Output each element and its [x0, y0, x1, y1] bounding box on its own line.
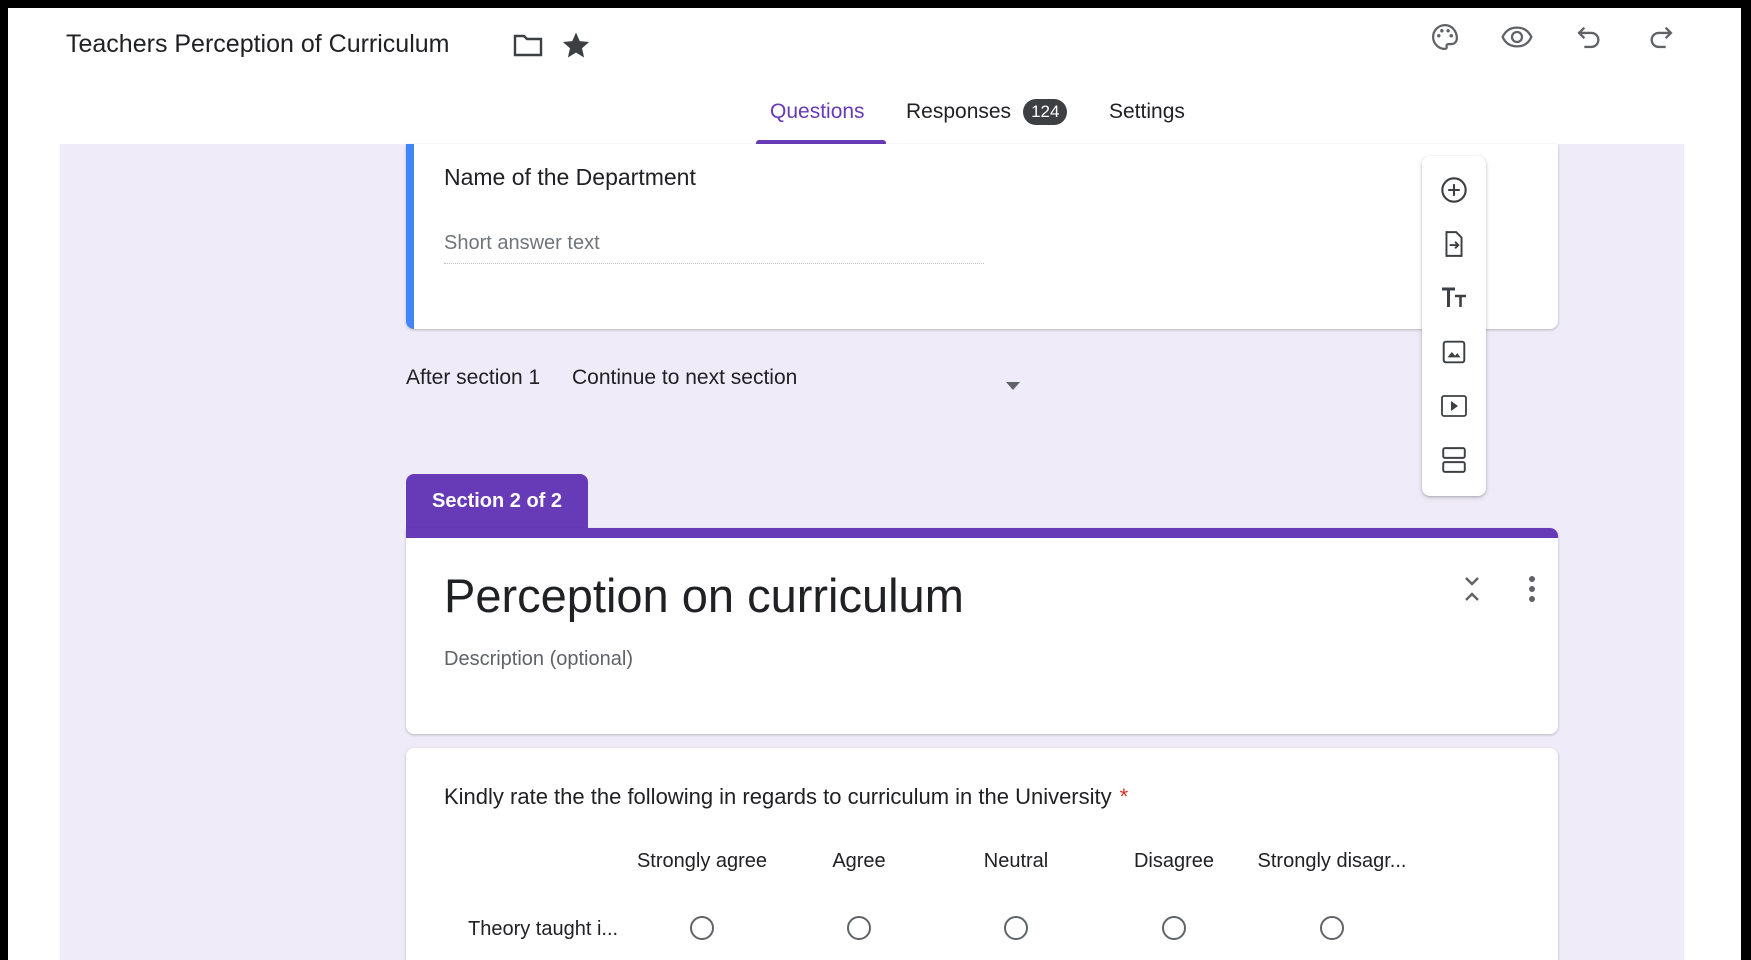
after-section-select[interactable]: Continue to next section	[572, 366, 797, 390]
question-card-department[interactable]: Name of the Department * Short answer te…	[406, 144, 1558, 329]
star-icon[interactable]	[561, 30, 591, 60]
question-title[interactable]: Name of the Department	[444, 164, 696, 191]
add-image-icon[interactable]	[1436, 334, 1472, 370]
grid-question-title[interactable]: Kindly rate the the following in regards…	[444, 784, 1128, 810]
tab-bar: Questions Responses 124 Settings	[8, 98, 1741, 144]
radio-neutral[interactable]	[1004, 916, 1028, 940]
radio-agree[interactable]	[847, 916, 871, 940]
palette-icon[interactable]	[1428, 20, 1462, 54]
section-title[interactable]: Perception on curriculum	[444, 568, 964, 623]
column-header: Disagree	[1133, 850, 1215, 872]
short-answer-field: Short answer text	[444, 232, 984, 264]
responses-count-badge: 124	[1023, 99, 1068, 125]
add-section-icon[interactable]	[1436, 442, 1472, 478]
redo-icon[interactable]	[1644, 20, 1678, 54]
add-question-icon[interactable]	[1436, 172, 1472, 208]
column-header: Strongly agree	[636, 850, 768, 872]
import-questions-icon[interactable]	[1436, 226, 1472, 262]
tab-questions[interactable]: Questions	[770, 98, 865, 144]
section-header-card[interactable]: Perception on curriculum Description (op…	[406, 528, 1558, 734]
chevron-down-icon[interactable]	[1005, 378, 1021, 396]
required-marker: *	[1119, 784, 1129, 809]
tab-responses[interactable]: Responses 124	[906, 98, 1068, 144]
undo-icon[interactable]	[1572, 20, 1606, 54]
active-question-indicator	[406, 144, 414, 329]
form-title[interactable]: Teachers Perception of Curriculum	[66, 30, 450, 59]
add-video-icon[interactable]	[1436, 388, 1472, 424]
section-description[interactable]: Description (optional)	[444, 648, 633, 671]
row-label: Theory taught i...	[468, 918, 619, 940]
column-header: Strongly disagr...	[1257, 850, 1407, 872]
tab-responses-label: Responses	[906, 100, 1012, 123]
radio-strongly-agree[interactable]	[690, 916, 714, 940]
after-section-label: After section 1	[406, 366, 541, 389]
radio-strongly-disagree[interactable]	[1320, 916, 1344, 940]
add-title-icon[interactable]	[1436, 280, 1472, 316]
grid-question-card[interactable]: Kindly rate the the following in regards…	[406, 748, 1558, 960]
radio-disagree[interactable]	[1162, 916, 1186, 940]
column-header: Agree	[832, 850, 886, 872]
floating-toolbar	[1422, 156, 1486, 496]
collapse-section-icon[interactable]	[1461, 574, 1483, 609]
app-window: Teachers Perception of Curriculum Questi…	[8, 8, 1741, 960]
folder-icon[interactable]	[513, 32, 543, 58]
tab-settings[interactable]: Settings	[1109, 98, 1185, 144]
preview-eye-icon[interactable]	[1500, 20, 1534, 54]
column-header: Neutral	[983, 850, 1049, 872]
section-indicator: Section 2 of 2	[406, 474, 588, 528]
more-vert-icon[interactable]	[1528, 576, 1536, 607]
title-icons	[513, 30, 591, 60]
grid-question-text: Kindly rate the the following in regards…	[444, 784, 1112, 809]
top-actions	[1428, 20, 1678, 54]
